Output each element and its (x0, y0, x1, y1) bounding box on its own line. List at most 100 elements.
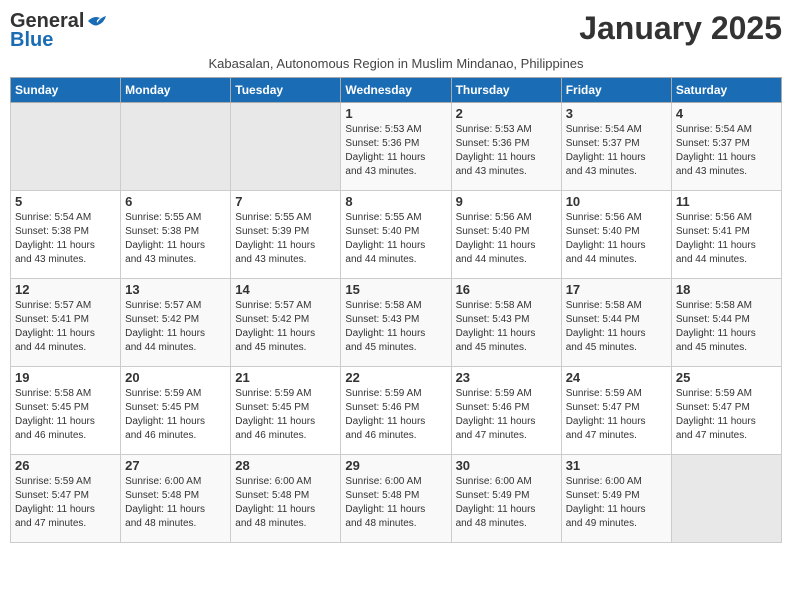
cell-text: Sunrise: 5:59 AM (676, 387, 777, 401)
calendar-cell: 29Sunrise: 6:00 AMSunset: 5:48 PMDayligh… (341, 455, 451, 543)
cell-text: Daylight: 11 hours (456, 503, 557, 517)
cell-text: and 47 minutes. (676, 429, 777, 443)
cell-text: Sunrise: 5:54 AM (15, 211, 116, 225)
day-number: 30 (456, 458, 557, 473)
cell-text: and 47 minutes. (566, 429, 667, 443)
day-number: 12 (15, 282, 116, 297)
cell-text: Sunrise: 5:57 AM (235, 299, 336, 313)
cell-text: Sunrise: 5:57 AM (15, 299, 116, 313)
day-number: 6 (125, 194, 226, 209)
cell-text: and 48 minutes. (456, 517, 557, 531)
cell-text: Sunset: 5:37 PM (676, 137, 777, 151)
cell-text: and 46 minutes. (125, 429, 226, 443)
cell-text: and 46 minutes. (15, 429, 116, 443)
week-row-5: 26Sunrise: 5:59 AMSunset: 5:47 PMDayligh… (11, 455, 782, 543)
calendar-cell: 27Sunrise: 6:00 AMSunset: 5:48 PMDayligh… (121, 455, 231, 543)
cell-text: Daylight: 11 hours (345, 239, 446, 253)
cell-text: Sunset: 5:48 PM (235, 489, 336, 503)
cell-text: Daylight: 11 hours (456, 151, 557, 165)
cell-text: Sunrise: 6:00 AM (566, 475, 667, 489)
cell-text: Sunset: 5:47 PM (566, 401, 667, 415)
cell-text: and 44 minutes. (345, 253, 446, 267)
cell-text: Sunrise: 5:59 AM (15, 475, 116, 489)
calendar-cell: 16Sunrise: 5:58 AMSunset: 5:43 PMDayligh… (451, 279, 561, 367)
day-number: 7 (235, 194, 336, 209)
cell-text: Sunset: 5:47 PM (676, 401, 777, 415)
cell-text: Sunrise: 5:55 AM (125, 211, 226, 225)
cell-text: Sunrise: 5:59 AM (345, 387, 446, 401)
calendar-cell: 21Sunrise: 5:59 AMSunset: 5:45 PMDayligh… (231, 367, 341, 455)
cell-text: Sunset: 5:46 PM (345, 401, 446, 415)
calendar-cell: 7Sunrise: 5:55 AMSunset: 5:39 PMDaylight… (231, 191, 341, 279)
day-number: 21 (235, 370, 336, 385)
week-row-1: 1Sunrise: 5:53 AMSunset: 5:36 PMDaylight… (11, 103, 782, 191)
cell-text: Daylight: 11 hours (235, 239, 336, 253)
calendar-cell: 11Sunrise: 5:56 AMSunset: 5:41 PMDayligh… (671, 191, 781, 279)
cell-text: Sunset: 5:40 PM (345, 225, 446, 239)
cell-text: Sunrise: 5:58 AM (15, 387, 116, 401)
cell-text: Daylight: 11 hours (456, 415, 557, 429)
logo: General Blue (10, 10, 108, 52)
calendar-cell: 10Sunrise: 5:56 AMSunset: 5:40 PMDayligh… (561, 191, 671, 279)
cell-text: Sunset: 5:47 PM (15, 489, 116, 503)
cell-text: Sunset: 5:38 PM (15, 225, 116, 239)
cell-text: Sunrise: 5:59 AM (125, 387, 226, 401)
cell-text: Sunset: 5:37 PM (566, 137, 667, 151)
cell-text: Sunrise: 5:56 AM (676, 211, 777, 225)
cell-text: Sunset: 5:45 PM (235, 401, 336, 415)
calendar-cell: 1Sunrise: 5:53 AMSunset: 5:36 PMDaylight… (341, 103, 451, 191)
day-number: 8 (345, 194, 446, 209)
calendar-cell (671, 455, 781, 543)
cell-text: and 43 minutes. (345, 165, 446, 179)
cell-text: and 44 minutes. (456, 253, 557, 267)
header-tuesday: Tuesday (231, 78, 341, 103)
day-number: 25 (676, 370, 777, 385)
cell-text: Sunset: 5:43 PM (456, 313, 557, 327)
cell-text: Sunrise: 5:58 AM (566, 299, 667, 313)
cell-text: and 44 minutes. (676, 253, 777, 267)
cell-text: Sunset: 5:40 PM (566, 225, 667, 239)
day-number: 15 (345, 282, 446, 297)
cell-text: Daylight: 11 hours (566, 327, 667, 341)
cell-text: and 44 minutes. (566, 253, 667, 267)
cell-text: Sunset: 5:39 PM (235, 225, 336, 239)
cell-text: and 43 minutes. (125, 253, 226, 267)
cell-text: and 45 minutes. (345, 341, 446, 355)
cell-text: Sunset: 5:38 PM (125, 225, 226, 239)
day-number: 23 (456, 370, 557, 385)
calendar-cell: 5Sunrise: 5:54 AMSunset: 5:38 PMDaylight… (11, 191, 121, 279)
calendar-cell: 28Sunrise: 6:00 AMSunset: 5:48 PMDayligh… (231, 455, 341, 543)
header-monday: Monday (121, 78, 231, 103)
day-number: 16 (456, 282, 557, 297)
header-sunday: Sunday (11, 78, 121, 103)
cell-text: and 44 minutes. (15, 341, 116, 355)
cell-text: Daylight: 11 hours (125, 503, 226, 517)
day-number: 18 (676, 282, 777, 297)
cell-text: and 47 minutes. (456, 429, 557, 443)
cell-text: Sunset: 5:44 PM (566, 313, 667, 327)
cell-text: and 45 minutes. (456, 341, 557, 355)
cell-text: Daylight: 11 hours (125, 327, 226, 341)
cell-text: Sunset: 5:42 PM (235, 313, 336, 327)
cell-text: Daylight: 11 hours (125, 415, 226, 429)
calendar-cell: 2Sunrise: 5:53 AMSunset: 5:36 PMDaylight… (451, 103, 561, 191)
cell-text: Daylight: 11 hours (235, 503, 336, 517)
cell-text: Daylight: 11 hours (676, 327, 777, 341)
cell-text: Daylight: 11 hours (456, 327, 557, 341)
cell-text: Sunrise: 5:53 AM (456, 123, 557, 137)
cell-text: and 45 minutes. (235, 341, 336, 355)
calendar-cell: 15Sunrise: 5:58 AMSunset: 5:43 PMDayligh… (341, 279, 451, 367)
day-number: 29 (345, 458, 446, 473)
cell-text: Sunrise: 5:54 AM (676, 123, 777, 137)
day-number: 11 (676, 194, 777, 209)
calendar-cell: 22Sunrise: 5:59 AMSunset: 5:46 PMDayligh… (341, 367, 451, 455)
calendar-cell (231, 103, 341, 191)
cell-text: Sunset: 5:45 PM (125, 401, 226, 415)
subtitle: Kabasalan, Autonomous Region in Muslim M… (10, 56, 782, 71)
day-number: 19 (15, 370, 116, 385)
cell-text: Sunrise: 5:54 AM (566, 123, 667, 137)
cell-text: Sunrise: 6:00 AM (345, 475, 446, 489)
cell-text: Sunset: 5:42 PM (125, 313, 226, 327)
calendar-cell: 3Sunrise: 5:54 AMSunset: 5:37 PMDaylight… (561, 103, 671, 191)
cell-text: Daylight: 11 hours (15, 239, 116, 253)
